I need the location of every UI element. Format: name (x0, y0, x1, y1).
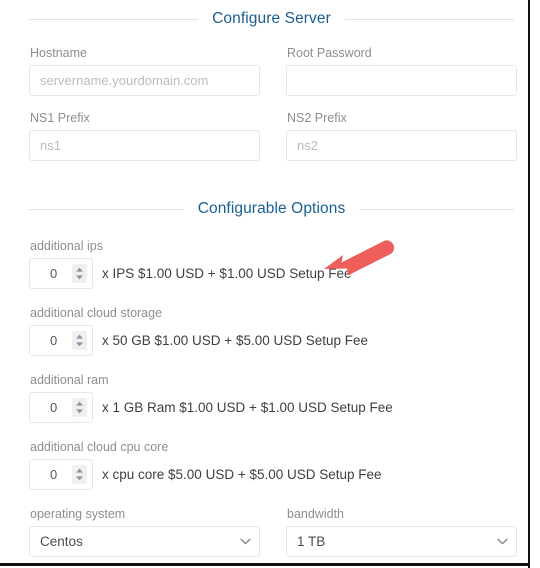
label-ns1-prefix: NS1 Prefix (30, 111, 90, 125)
operating-system-select-wrap[interactable]: Centos (29, 526, 260, 557)
field-group-root-password: Root Password (286, 45, 517, 96)
section-title-configurable-options: Configurable Options (197, 200, 346, 217)
section-header-configure-server: Configure Server (0, 10, 528, 28)
window-border-right (528, 0, 530, 568)
option-label: additional cloud cpu core (30, 440, 169, 454)
option-additional-ram: additional ram x 1 GB Ram $1.00 USD + $1… (0, 372, 528, 423)
spinner-up-down-icon[interactable] (72, 264, 87, 283)
window-border-corner-gap (530, 563, 540, 568)
hostname-input[interactable] (29, 65, 260, 96)
option-label: additional ram (30, 373, 109, 387)
form-content: Configure Server Hostname Root Password … (0, 0, 528, 563)
field-group-ns2-prefix: NS2 Prefix (286, 110, 517, 161)
option-description: x cpu core $5.00 USD + $5.00 USD Setup F… (102, 466, 382, 482)
ns2-prefix-input[interactable] (286, 130, 517, 161)
section-rule-left (29, 18, 199, 20)
quantity-stepper-additional-cloud-storage[interactable] (29, 325, 93, 356)
option-label: additional cloud storage (30, 306, 163, 320)
root-password-input[interactable] (286, 65, 517, 96)
page-root: Configure Server Hostname Root Password … (0, 0, 540, 568)
field-group-operating-system: operating system Centos (29, 506, 260, 557)
quantity-stepper-additional-ips[interactable] (29, 258, 93, 289)
label-hostname: Hostname (30, 46, 87, 60)
field-group-bandwidth: bandwidth 1 TB (286, 506, 517, 557)
spinner-up-down-icon[interactable] (72, 331, 87, 350)
operating-system-select[interactable]: Centos (29, 526, 260, 557)
section-rule-right (344, 18, 515, 20)
label-root-password: Root Password (287, 46, 372, 60)
field-group-ns1-prefix: NS1 Prefix (29, 110, 260, 161)
option-description: x 50 GB $1.00 USD + $5.00 USD Setup Fee (102, 332, 369, 348)
option-row: x IPS $1.00 USD + $1.00 USD Setup Fee (29, 258, 528, 289)
label-bandwidth: bandwidth (287, 507, 344, 521)
option-row: x 1 GB Ram $1.00 USD + $1.00 USD Setup F… (29, 392, 528, 423)
option-row: x 50 GB $1.00 USD + $5.00 USD Setup Fee (29, 325, 528, 356)
section-rule-left (29, 208, 184, 210)
option-additional-cloud-storage: additional cloud storage x 50 GB $1.00 U… (0, 305, 528, 356)
option-row: x cpu core $5.00 USD + $5.00 USD Setup F… (29, 459, 528, 490)
ns1-prefix-input[interactable] (29, 130, 260, 161)
field-group-hostname: Hostname (29, 45, 260, 96)
option-additional-cloud-cpu-core: additional cloud cpu core x cpu core $5.… (0, 439, 528, 490)
option-description: x 1 GB Ram $1.00 USD + $1.00 USD Setup F… (102, 399, 393, 415)
quantity-stepper-additional-cloud-cpu-core[interactable] (29, 459, 93, 490)
row-ns1-ns2: NS1 Prefix NS2 Prefix (0, 110, 528, 161)
bandwidth-select-wrap[interactable]: 1 TB (286, 526, 517, 557)
section-title-configure-server: Configure Server (212, 10, 331, 27)
row-hostname-password: Hostname Root Password (0, 45, 528, 96)
section-rule-right (359, 208, 514, 210)
bandwidth-select[interactable]: 1 TB (286, 526, 517, 557)
section-header-configurable-options: Configurable Options (0, 200, 528, 218)
window-border-bottom (0, 563, 530, 566)
spinner-up-down-icon[interactable] (72, 465, 87, 484)
quantity-stepper-additional-ram[interactable] (29, 392, 93, 423)
label-ns2-prefix: NS2 Prefix (287, 111, 347, 125)
spinner-up-down-icon[interactable] (72, 398, 87, 417)
row-os-bandwidth: operating system Centos bandwidth 1 TB (0, 506, 528, 557)
label-operating-system: operating system (30, 507, 126, 521)
option-additional-ips: additional ips x IPS $1.00 USD + $1.00 U… (0, 238, 528, 289)
option-label: additional ips (30, 239, 103, 253)
option-description: x IPS $1.00 USD + $1.00 USD Setup Fee (102, 265, 352, 281)
